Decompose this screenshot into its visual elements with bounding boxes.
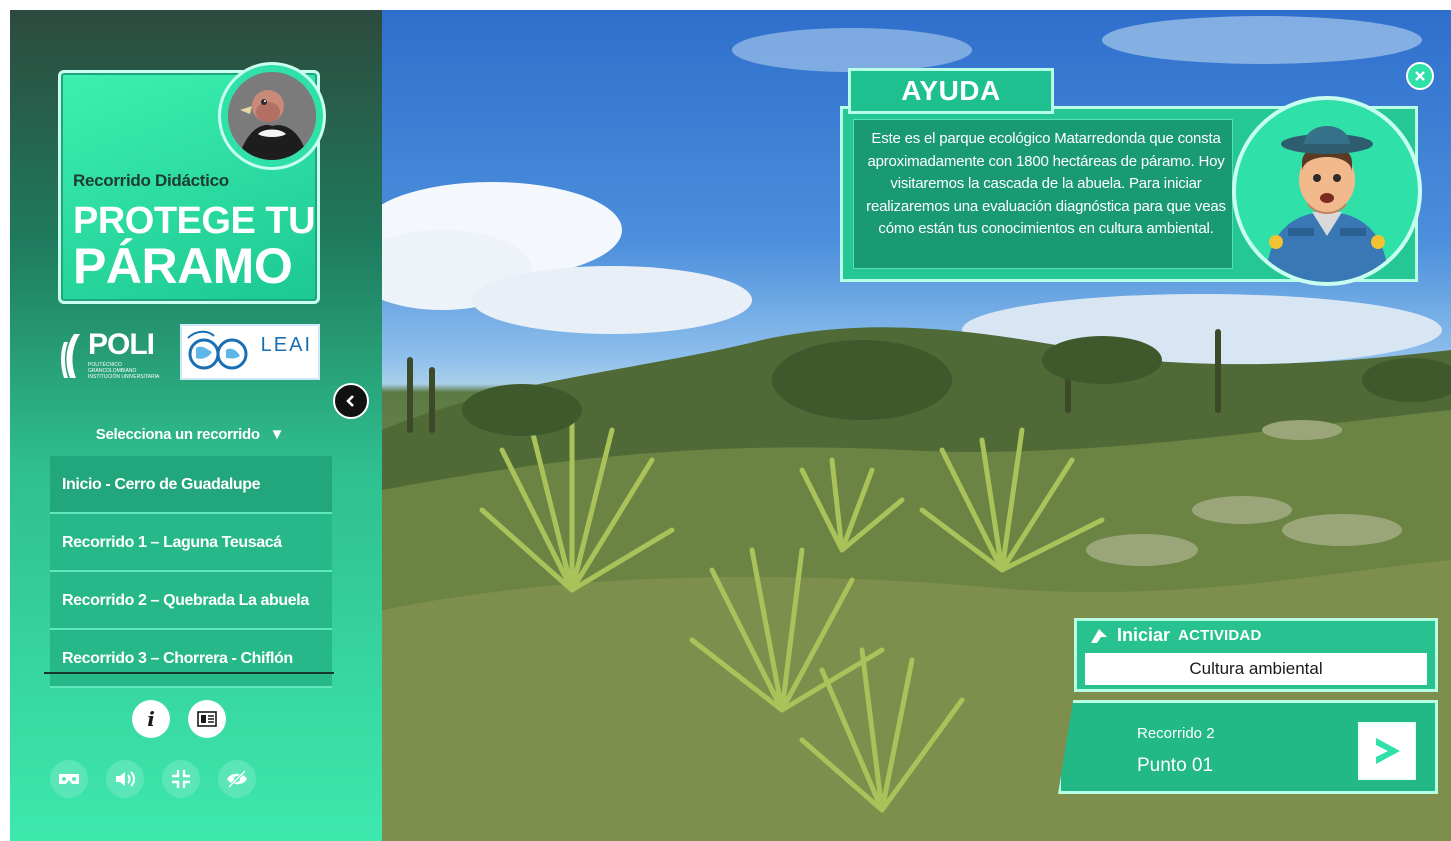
- chevron-left-icon: [346, 395, 354, 407]
- poli-mark-icon: [61, 334, 80, 378]
- poli-logo-text: POLI: [88, 328, 155, 361]
- route-item-1[interactable]: Recorrido 1 – Laguna Teusacá: [50, 514, 332, 572]
- route-list-divider: [44, 672, 334, 674]
- activity-header: Iniciar ACTIVIDAD: [1089, 625, 1262, 646]
- hide-button[interactable]: [218, 760, 256, 798]
- fullscreen-icon: [172, 770, 190, 788]
- activity-name[interactable]: Cultura ambiental: [1085, 653, 1427, 685]
- hide-icon: [227, 769, 247, 789]
- info-button[interactable]: i: [132, 700, 170, 738]
- volume-icon: [116, 771, 135, 787]
- point-route-label: Recorrido 2: [1137, 725, 1215, 742]
- title-line-2: PÁRAMO: [73, 238, 293, 294]
- route-item-3[interactable]: Recorrido 3 – Chorrera - Chiflón: [50, 630, 332, 688]
- activity-card[interactable]: Iniciar ACTIVIDAD Cultura ambiental: [1074, 618, 1438, 692]
- route-item-inicio[interactable]: Inicio - Cerro de Guadalupe: [50, 456, 332, 514]
- route-select-text: Selecciona un recorrido: [95, 426, 260, 443]
- close-icon: [1415, 71, 1425, 81]
- volume-button[interactable]: [106, 760, 144, 798]
- title-subtitle: Recorrido Didáctico: [73, 171, 229, 190]
- title-line-1: PROTEGE TU: [73, 200, 316, 242]
- leai-logo-text: LEAI: [260, 334, 312, 356]
- vr-button[interactable]: [50, 760, 88, 798]
- gallery-icon: [197, 711, 217, 727]
- vr-headset-icon: [59, 774, 79, 784]
- info-icon: i: [147, 707, 155, 731]
- help-title: AYUDA: [848, 68, 1054, 114]
- tool-row-bottom: [50, 760, 256, 798]
- close-help-button[interactable]: [1406, 62, 1434, 90]
- collapse-sidebar-button[interactable]: [333, 383, 369, 419]
- gallery-button[interactable]: [188, 700, 226, 738]
- activity-label: ACTIVIDAD: [1178, 627, 1262, 644]
- route-item-2[interactable]: Recorrido 2 – Quebrada La abuela: [50, 572, 332, 630]
- route-select-label[interactable]: Selecciona un recorrido ▼: [50, 426, 330, 443]
- pointer-icon: [1091, 628, 1107, 643]
- park-ranger-icon: [1266, 126, 1388, 282]
- activity-start-label: Iniciar: [1117, 625, 1171, 645]
- condor-avatar: [218, 62, 326, 170]
- condor-icon: [228, 72, 316, 160]
- next-point-button[interactable]: [1358, 722, 1416, 780]
- sidebar: Recorrido Didáctico PROTEGE TU PÁRAMO PO…: [10, 10, 382, 841]
- guide-avatar: [1232, 96, 1422, 286]
- play-arrow-icon: [1376, 738, 1400, 764]
- leai-logo: LEAI: [180, 324, 320, 380]
- glasses-globe-icon: [187, 330, 248, 370]
- logos: POLI POLITÉCNICO GRANCOLOMBIANO INSTITUC…: [60, 322, 322, 382]
- page-title: PROTEGE TU PÁRAMO: [73, 200, 316, 294]
- poli-logo: POLI POLITÉCNICO GRANCOLOMBIANO INSTITUC…: [60, 326, 164, 380]
- caret-down-icon: ▼: [269, 426, 285, 443]
- point-number-label: Punto 01: [1137, 755, 1214, 776]
- route-list: Inicio - Cerro de Guadalupe Recorrido 1 …: [50, 456, 332, 688]
- fullscreen-button[interactable]: [162, 760, 200, 798]
- poli-logo-subtext: POLITÉCNICO GRANCOLOMBIANO INSTITUCIÓN U…: [88, 362, 160, 380]
- help-body-text: Este es el parque ecológico Matarredonda…: [866, 130, 1226, 237]
- tool-row-top: i: [132, 700, 226, 738]
